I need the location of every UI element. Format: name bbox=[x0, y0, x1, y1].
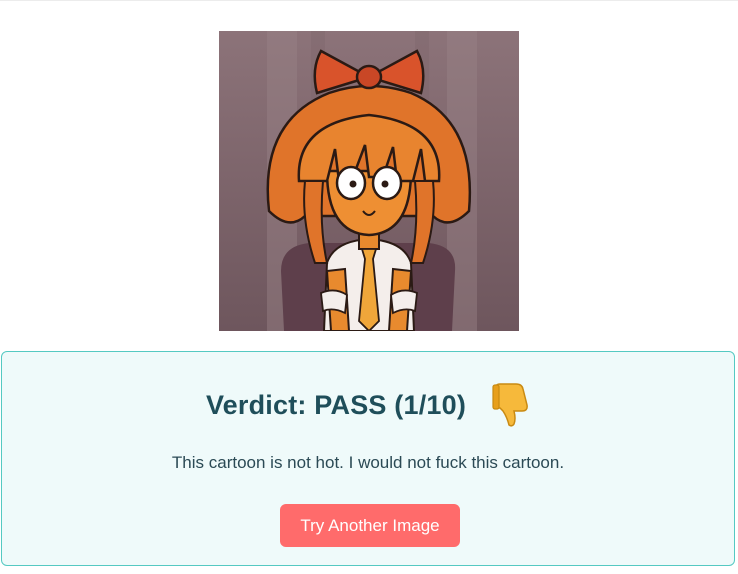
top-divider bbox=[0, 0, 738, 1]
verdict-header: Verdict: PASS (1/10) bbox=[2, 383, 734, 427]
thumbs-down-icon bbox=[492, 383, 528, 427]
cartoon-girl-illustration bbox=[219, 31, 519, 331]
verdict-card: Verdict: PASS (1/10) This cartoon is not… bbox=[1, 351, 735, 566]
verdict-message: This cartoon is not hot. I would not fuc… bbox=[171, 453, 565, 472]
uploaded-cartoon-image bbox=[219, 31, 519, 331]
verdict-title: Verdict: PASS (1/10) bbox=[205, 389, 467, 420]
try-another-image-button[interactable]: Try Another Image bbox=[280, 504, 460, 547]
